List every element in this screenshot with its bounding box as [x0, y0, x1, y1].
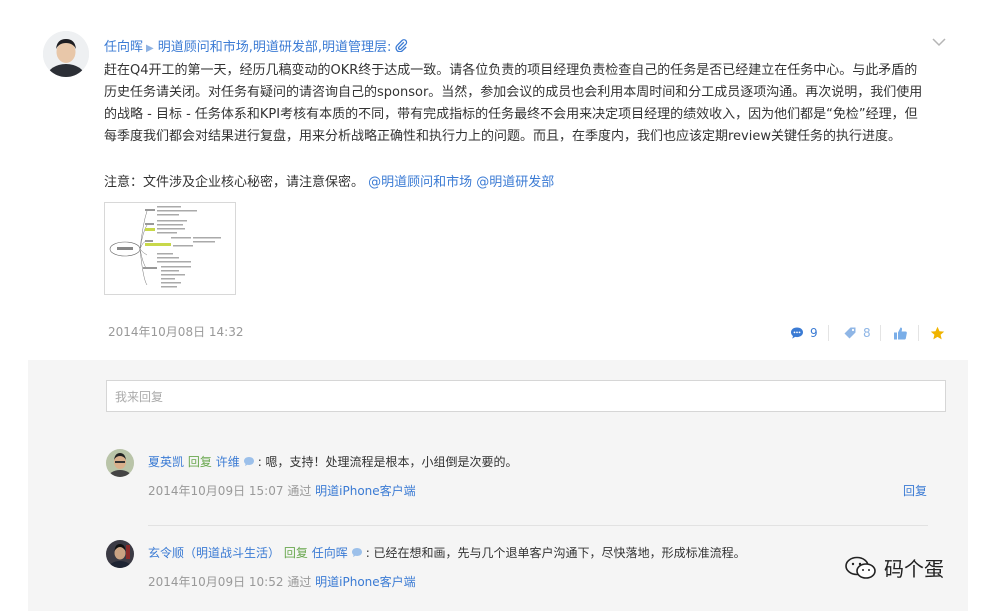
comment-count: 9	[810, 326, 818, 340]
comment-text: : 嗯，支持！处理流程是根本，小组倒是次要的。	[257, 455, 518, 469]
notice-text: 注意：文件涉及企业核心秘密，请注意保密。	[104, 175, 365, 190]
commenter-name[interactable]: 玄令顺（明道战斗生活）	[148, 546, 280, 560]
reply-word: 回复	[283, 546, 308, 560]
tag-icon	[844, 327, 856, 339]
client-link[interactable]: 明道iPhone客户端	[315, 484, 416, 498]
post-body: 赶在Q4开工的第一天，经历几稿变动的OKR终于达成一致。请各位负责的项目经理负责…	[104, 60, 934, 148]
divider	[918, 325, 919, 341]
star-icon	[930, 326, 945, 339]
post-header: 任向晖 ▶ 明道顾问和市场,明道研发部,明道管理层:	[104, 36, 408, 56]
share-arrow-icon: ▶	[146, 43, 154, 54]
comment-meta: 2014年10月09日 15:07 通过 明道iPhone客户端	[148, 482, 416, 499]
chat-bubble-icon	[351, 547, 363, 561]
comment-divider	[148, 525, 928, 526]
via-label: 通过	[287, 484, 312, 498]
audience-groups[interactable]: 明道顾问和市场,明道研发部,明道管理层:	[158, 40, 392, 55]
post-notice: 注意：文件涉及企业核心秘密，请注意保密。 @明道顾问和市场 @明道研发部	[104, 171, 554, 190]
commenter-name[interactable]: 夏英凯	[148, 455, 184, 469]
reply-input[interactable]: 我来回复	[106, 380, 946, 412]
wechat-icon	[845, 556, 876, 579]
via-label: 通过	[287, 575, 312, 589]
comment-stat[interactable]: 9	[790, 323, 818, 343]
post-body-line: 每季度我们都会对结果进行复盘，用来分析战略正确性和执行力上的问题。而且，在季度内…	[104, 129, 901, 144]
watermark: 码个蛋	[844, 553, 944, 582]
post-body-line: 历史任务请关闭。对任务有疑问的请咨询自己的sponsor。当然，参加会议的成员也…	[104, 85, 923, 100]
comments-panel: 我来回复 夏英凯 回复 许维 : 嗯，支持！处理流程是根本，小组倒是次要的。 20…	[28, 360, 968, 611]
client-link[interactable]: 明道iPhone客户端	[315, 575, 416, 589]
reply-target[interactable]: 任向晖	[312, 546, 348, 560]
divider	[880, 325, 881, 341]
post-body-line: 赶在Q4开工的第一天，经历几稿变动的OKR终于达成一致。请各位负责的项目经理负责…	[104, 63, 918, 78]
comment-text: : 已经在想和画，先与几个退单客户沟通下，尽快落地，形成标准流程。	[365, 546, 746, 560]
chevron-down-icon[interactable]	[931, 36, 947, 48]
mention-links[interactable]: @明道顾问和市场 @明道研发部	[368, 175, 554, 190]
commenter-avatar[interactable]	[106, 540, 134, 568]
tag-count: 8	[863, 326, 871, 340]
comment-line: 玄令顺（明道战斗生活） 回复 任向晖 : 已经在想和画，先与几个退单客户沟通下，尽…	[148, 544, 746, 561]
post-body-line: 的战略 - 目标 - 任务体系和KPI考核有本质的不同，带有完成指标的任务最终不…	[104, 107, 918, 122]
comment-line: 夏英凯 回复 许维 : 嗯，支持！处理流程是根本，小组倒是次要的。	[148, 453, 518, 470]
comment-meta: 2014年10月09日 10:52 通过 明道iPhone客户端	[148, 573, 416, 590]
divider	[828, 325, 829, 341]
reply-button[interactable]: 回复	[903, 482, 927, 499]
commenter-avatar[interactable]	[106, 449, 134, 477]
reply-target[interactable]: 许维	[216, 455, 240, 469]
author-name[interactable]: 任向晖	[104, 40, 143, 55]
mindmap-thumbnail[interactable]	[104, 202, 236, 295]
tag-stat[interactable]: 8	[843, 323, 871, 343]
reply-word: 回复	[187, 455, 212, 469]
favorite-button[interactable]	[930, 323, 945, 343]
like-button[interactable]	[893, 323, 908, 343]
comment-time: 2014年10月09日 10:52	[148, 575, 284, 589]
attachment-icon[interactable]	[395, 39, 408, 56]
author-avatar[interactable]	[43, 31, 89, 77]
comment-bubble-icon	[791, 327, 803, 339]
watermark-text: 码个蛋	[884, 557, 944, 581]
post-timestamp: 2014年10月08日 14:32	[108, 325, 244, 339]
comment-time: 2014年10月09日 15:07	[148, 484, 284, 498]
post-card: 任向晖 ▶ 明道顾问和市场,明道研发部,明道管理层: 赶在Q4开工的第一天，经历几稿…	[0, 0, 996, 360]
thumbs-up-icon	[894, 327, 907, 339]
chat-bubble-icon	[243, 456, 255, 470]
